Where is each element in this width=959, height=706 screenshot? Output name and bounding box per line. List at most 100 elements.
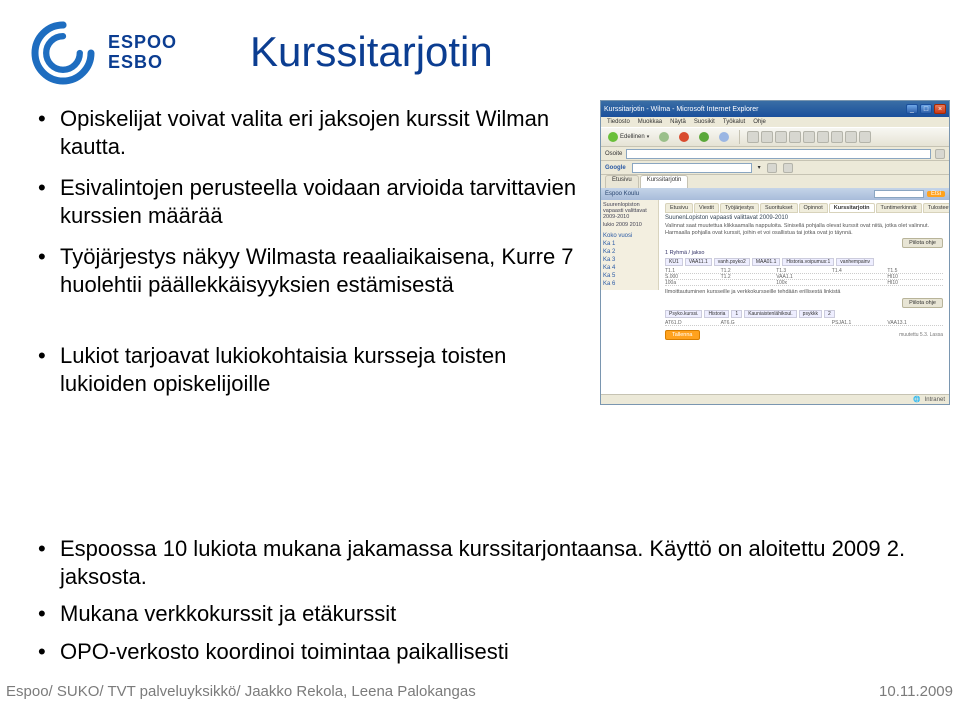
course-tag[interactable]: Kauniaistenlähikoul.: [744, 310, 796, 318]
minimize-icon[interactable]: _: [906, 104, 918, 114]
subtab[interactable]: Etusivu: [665, 203, 693, 213]
menu-item[interactable]: Suosikit: [694, 119, 715, 125]
subtab[interactable]: Kurssitarjotin: [829, 203, 875, 213]
sidebar-item[interactable]: Ka 1: [603, 240, 656, 248]
sidebar-item[interactable]: Ka 4: [603, 264, 656, 272]
course-tag[interactable]: 2: [824, 310, 835, 318]
subtab[interactable]: Tulosteet: [923, 203, 949, 213]
course-tag[interactable]: vanh.psyko2: [714, 258, 750, 266]
toolbar-icons: [747, 131, 871, 143]
subtab[interactable]: Opinnot: [799, 203, 828, 213]
statusbar-text: Intranet: [925, 397, 945, 403]
address-input[interactable]: [626, 149, 931, 159]
google-toolbar: Google ▾: [601, 161, 949, 175]
hide-help-button[interactable]: Piilota ohje: [902, 238, 943, 248]
menu-item[interactable]: Työkalut: [723, 119, 745, 125]
back-button[interactable]: Edellinen▾: [605, 130, 652, 144]
tab-etusivu[interactable]: Etusivu: [605, 175, 639, 188]
help-search-input[interactable]: [874, 190, 924, 198]
footer: Espoo/ SUKO/ TVT palveluyksikkö/ Jaakko …: [6, 683, 953, 700]
bullet-list-bottom: Espoossa 10 lukiota mukana jakamassa kur…: [38, 535, 918, 675]
subtab[interactable]: Suoritukset: [760, 203, 798, 213]
zone-icon: 🌐: [913, 396, 920, 403]
home-button[interactable]: [716, 130, 732, 144]
menu-item[interactable]: Muokkaa: [638, 119, 662, 125]
course-tag[interactable]: Historia.voipumus:1: [782, 258, 834, 266]
sidebar-item[interactable]: Koko vuosi: [603, 232, 656, 240]
address-label: Osoite: [605, 151, 622, 157]
history-icon[interactable]: [775, 131, 787, 143]
toolbar-icon[interactable]: [767, 163, 777, 173]
go-icon[interactable]: [935, 149, 945, 159]
course-tag[interactable]: MAA01.1: [752, 258, 781, 266]
sidebar-item[interactable]: Ka 5: [603, 272, 656, 280]
site-title: Espoo Koulu: [605, 191, 639, 197]
content-paragraph: Ilmoittautuminen kursseille ja verkkokur…: [665, 289, 943, 296]
google-search-input[interactable]: [632, 163, 752, 173]
bullet-list-top: Opiskelijat voivat valita eri jaksojen k…: [38, 105, 598, 298]
slide-title: Kurssitarjotin: [250, 28, 493, 76]
address-bar: Osoite: [601, 147, 949, 161]
bullet-item: Opiskelijat voivat valita eri jaksojen k…: [38, 105, 598, 160]
course-tag[interactable]: vanhempainv: [836, 258, 874, 266]
google-label: Google: [605, 165, 626, 171]
tab-kurssitarjotin[interactable]: Kurssitarjotin: [640, 175, 689, 188]
course-tag[interactable]: VAA11.1: [685, 258, 712, 266]
bullet-list-mid: Lukiot tarjoavat lukiokohtaisia kursseja…: [38, 342, 598, 397]
footer-date: 10.11.2009: [879, 683, 953, 700]
close-icon[interactable]: ×: [934, 104, 946, 114]
grid-row: 100a100xHI10: [665, 280, 943, 286]
refresh-button[interactable]: [696, 130, 712, 144]
statusbar: 🌐 Intranet: [601, 394, 949, 404]
espoo-swirl-icon: [28, 18, 98, 88]
tool-icon[interactable]: [817, 131, 829, 143]
bullet-item: Työjärjestys näkyy Wilmasta reaaliaikais…: [38, 243, 598, 298]
sidebar-item[interactable]: Ka 2: [603, 248, 656, 256]
grid-row: AT61.DAT6.GPSJA1.1VAA13.1: [665, 320, 943, 326]
bullet-item: Mukana verkkokurssit ja etäkurssit: [38, 600, 918, 628]
logo-text: ESPOO ESBO: [108, 33, 177, 73]
page-content: Espoo Koulu Etsi Suurenlopiston vapaasti…: [601, 188, 949, 394]
menu-item[interactable]: Näytä: [670, 119, 686, 125]
maximize-icon[interactable]: □: [920, 104, 932, 114]
bullet-item: OPO-verkosto koordinoi toimintaa paikall…: [38, 638, 918, 666]
toolbar-icon[interactable]: [783, 163, 793, 173]
tool-icon[interactable]: [845, 131, 857, 143]
window-titlebar[interactable]: Kurssitarjotin - Wilma - Microsoft Inter…: [601, 101, 949, 117]
course-tag[interactable]: psykkk: [799, 310, 822, 318]
main-panel: Etusivu Viestit Työjärjestys Suoritukset…: [659, 200, 949, 343]
search-icon[interactable]: [747, 131, 759, 143]
stop-button[interactable]: [676, 130, 692, 144]
menu-item[interactable]: Tiedosto: [607, 119, 630, 125]
footer-left: Espoo/ SUKO/ TVT palveluyksikkö/ Jaakko …: [6, 683, 476, 700]
sidebar-item[interactable]: Ka 6: [603, 280, 656, 288]
save-button[interactable]: Tallenna: [665, 330, 700, 340]
subtab[interactable]: Työjärjestys: [720, 203, 759, 213]
menu-item[interactable]: Ohje: [753, 119, 766, 125]
menubar[interactable]: Tiedosto Muokkaa Näytä Suosikit Työkalut…: [601, 117, 949, 127]
modified-text: muutettu 5.3. Lassa: [899, 332, 943, 338]
logo: ESPOO ESBO: [28, 18, 177, 88]
search-button[interactable]: Etsi: [927, 191, 945, 197]
subtab[interactable]: Viestit: [694, 203, 719, 213]
sidebar-item[interactable]: Ka 3: [603, 256, 656, 264]
forward-button[interactable]: [656, 130, 672, 144]
subtab[interactable]: Tuntimerkinnät: [876, 203, 922, 213]
hide-help-button[interactable]: Piilota ohje: [902, 298, 943, 308]
main-content: Opiskelijat voivat valita eri jaksojen k…: [38, 105, 598, 411]
bullet-item: Espoossa 10 lukiota mukana jakamassa kur…: [38, 535, 918, 590]
course-tag[interactable]: 1: [731, 310, 742, 318]
page-tabs: Etusivu Kurssitarjotin: [601, 175, 949, 188]
print-icon[interactable]: [803, 131, 815, 143]
tool-icon[interactable]: [831, 131, 843, 143]
toolbar: Edellinen▾: [601, 127, 949, 147]
window-title: Kurssitarjotin - Wilma - Microsoft Inter…: [604, 106, 758, 113]
mail-icon[interactable]: [789, 131, 801, 143]
favorites-icon[interactable]: [761, 131, 773, 143]
header-bar: Espoo Koulu Etsi: [601, 188, 949, 200]
sidebar-subheader: lukio 2009 2010: [603, 222, 656, 228]
course-tag[interactable]: KU1: [665, 258, 683, 266]
course-tag[interactable]: Psyko.kurssi.: [665, 310, 702, 318]
course-tag[interactable]: Historia: [704, 310, 729, 318]
tool-icon[interactable]: [859, 131, 871, 143]
